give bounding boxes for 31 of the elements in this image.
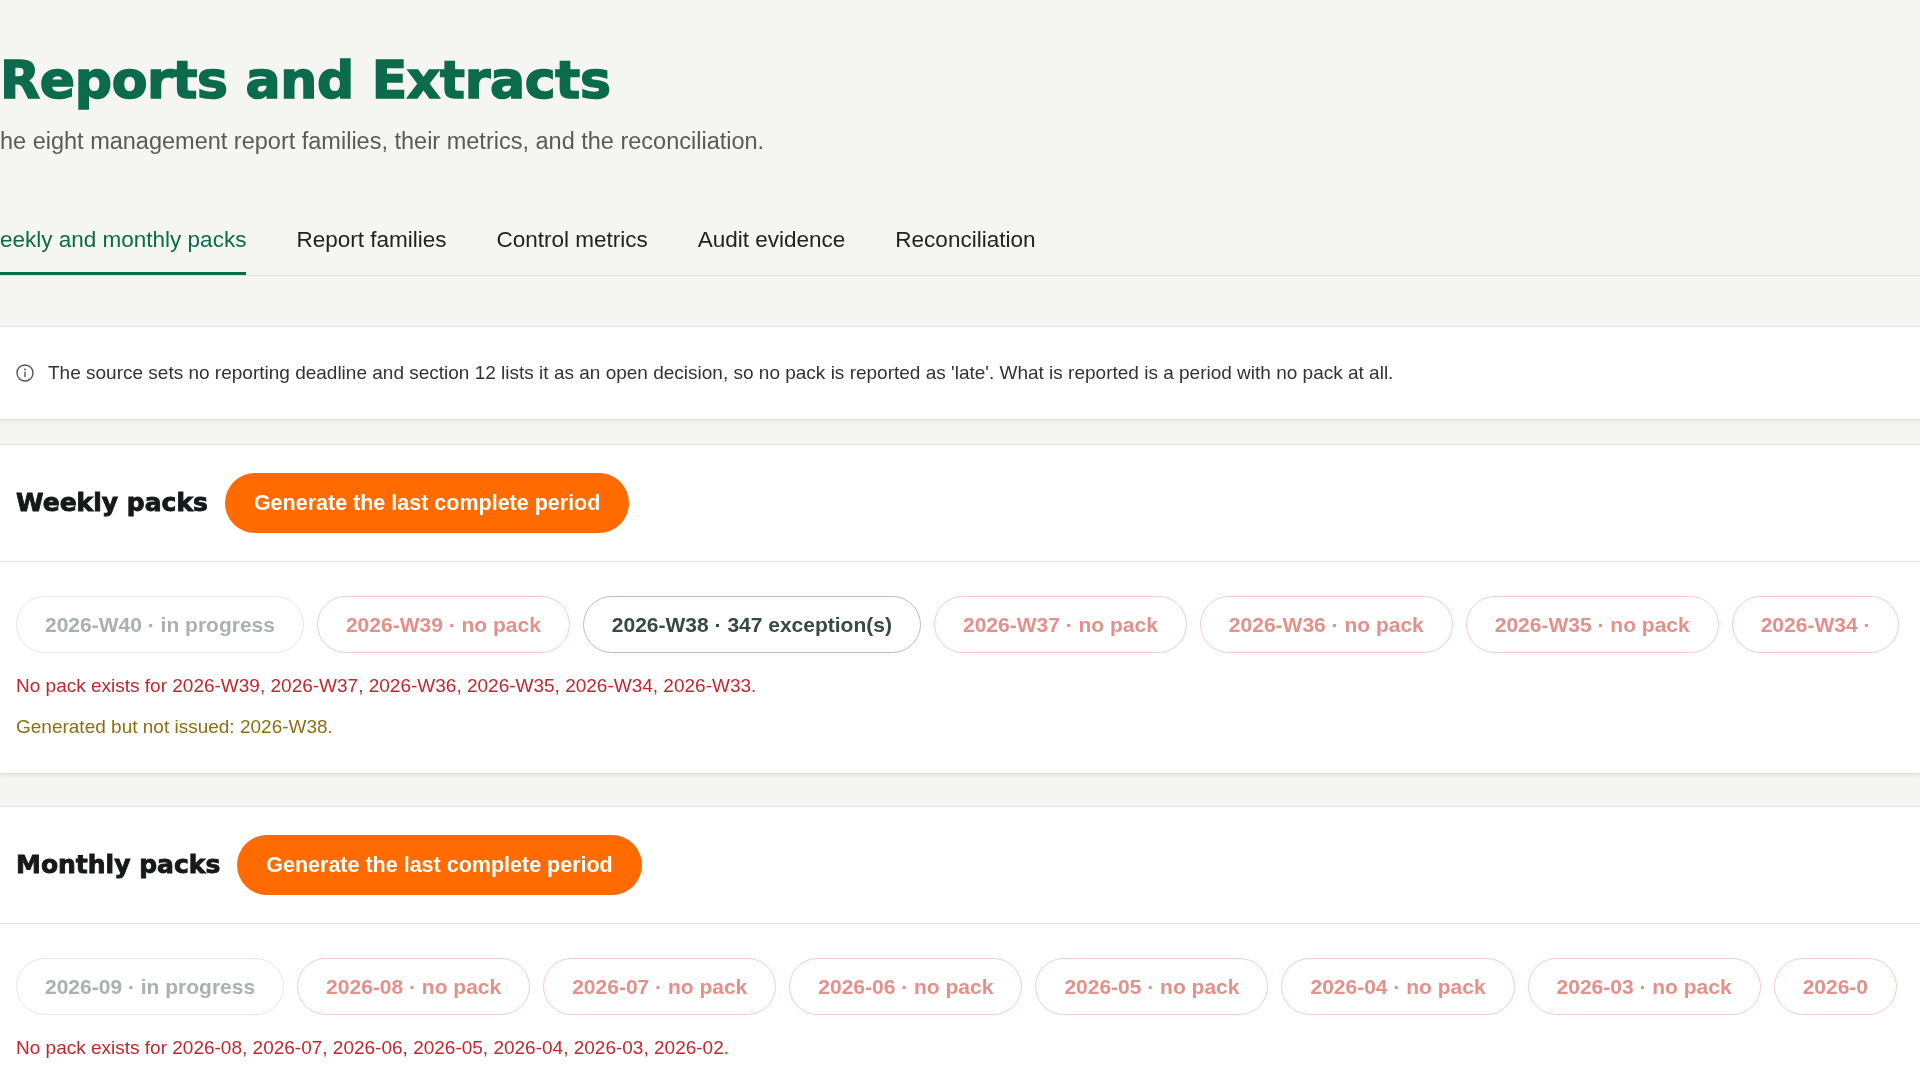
period-chip[interactable]: 2026-0 (1773, 958, 1898, 1015)
period-chip[interactable]: 2026-04 · no pack (1281, 958, 1515, 1015)
period-chip[interactable]: 2026-W34 · (1731, 596, 1900, 653)
period-chip[interactable]: 2026-W40 · in progress (16, 596, 304, 653)
page-subtitle: he eight management report families, their metrics, and the reconciliation. (0, 127, 765, 156)
period-chip[interactable]: 2026-05 · no pack (1035, 958, 1269, 1015)
period-chip[interactable]: 2026-07 · no pack (543, 958, 777, 1015)
generate-button[interactable]: Generate the last complete period (224, 473, 630, 533)
period-chip[interactable]: 2026-W37 · no pack (933, 596, 1187, 653)
period-chip[interactable]: 2026-06 · no pack (789, 958, 1023, 1015)
section-title: Weekly packs (16, 487, 208, 519)
nav-tab[interactable]: Report families (296, 205, 447, 275)
page-title: Reports and Extracts (0, 50, 611, 110)
notice-text: The source sets no reporting deadline and section 12 lists it as an open decision, so no pack is reported as 'late'. What is reported is a period with no pack at all. (48, 362, 1394, 384)
period-chip[interactable]: 2026-W35 · no pack (1465, 596, 1719, 653)
missing-packs-note: No pack exists for 2026-08, 2026-07, 2026-06, 2026-05, 2026-04, 2026-03, 2026-02. (16, 1036, 729, 1060)
period-chip[interactable]: 2026-W39 · no pack (316, 596, 570, 653)
period-chip[interactable]: 2026-08 · no pack (297, 958, 531, 1015)
period-chip[interactable]: 2026-W38 · 347 exception(s) (582, 596, 921, 653)
nav-tab[interactable]: Audit evidence (697, 205, 846, 275)
info-icon (16, 364, 34, 382)
period-chip[interactable]: 2026-09 · in progress (16, 958, 285, 1015)
nav-tab[interactable]: eekly and monthly packs (0, 205, 247, 275)
nav-tab[interactable]: Control metrics (496, 205, 648, 275)
nav-tab[interactable]: Reconciliation (895, 205, 1036, 275)
section-title: Monthly packs (16, 849, 221, 881)
unissued-packs-note: Generated but not issued: 2026-W38. (16, 715, 333, 739)
generate-button[interactable]: Generate the last complete period (237, 835, 642, 895)
period-chip[interactable]: 2026-W36 · no pack (1199, 596, 1453, 653)
missing-packs-note: No pack exists for 2026-W39, 2026-W37, 2026-W36, 2026-W35, 2026-W34, 2026-W33. (16, 674, 757, 698)
period-chip[interactable]: 2026-03 · no pack (1527, 958, 1761, 1015)
